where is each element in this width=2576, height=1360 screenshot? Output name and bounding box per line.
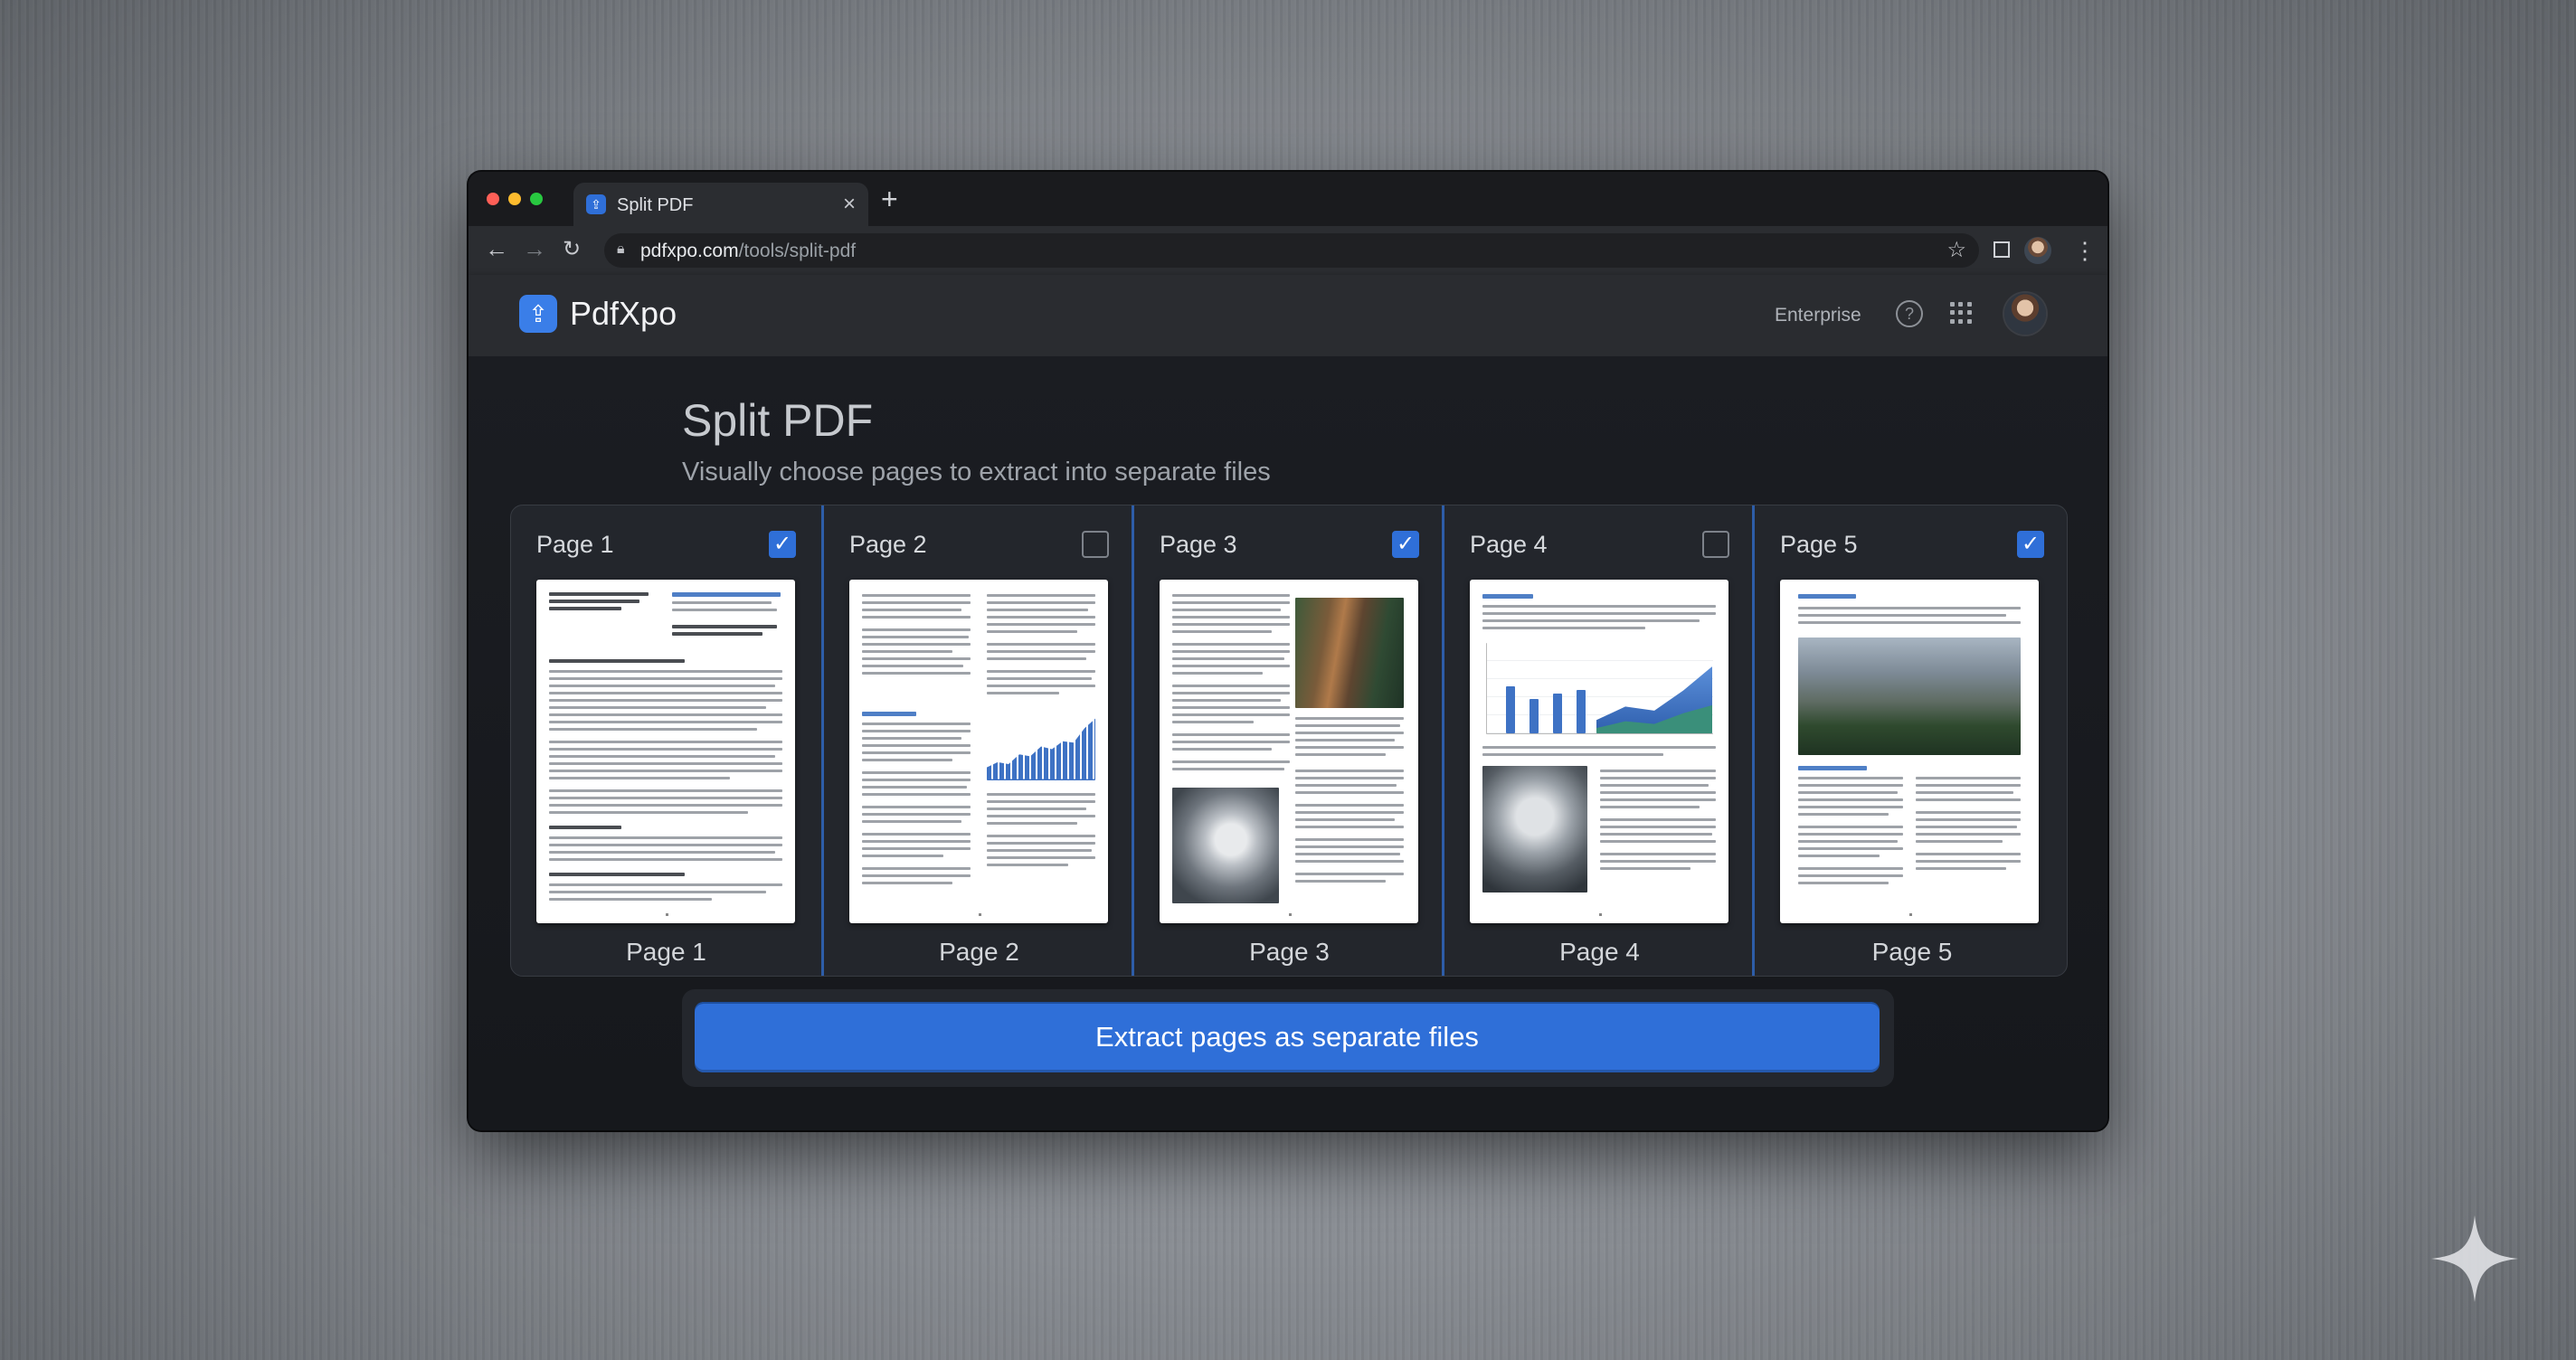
help-icon[interactable]: ? [1896, 300, 1923, 327]
page-card-label: Page 4 [1470, 531, 1548, 558]
checkmark-icon: ✓ [772, 532, 792, 556]
close-icon[interactable]: × [843, 192, 856, 217]
minimize-window-button[interactable] [508, 193, 521, 205]
extract-button[interactable]: Extract pages as separate files [695, 1002, 1880, 1072]
page-thumbnail[interactable] [849, 580, 1108, 923]
more-menu-icon[interactable]: ⋮ [2073, 237, 2097, 265]
page-card-3[interactable]: Page 3 ✓ Page 3 [1132, 505, 1444, 976]
main-content: Split PDF Visually choose pages to extra… [469, 356, 2107, 1130]
enterprise-link[interactable]: Enterprise [1775, 305, 1861, 326]
arrow-left-icon[interactable]: ← [485, 235, 508, 263]
avatar[interactable] [2004, 293, 2046, 335]
side-panel-icon[interactable] [1994, 241, 2010, 258]
close-window-button[interactable] [487, 193, 499, 205]
url-path: /tools/split-pdf [738, 241, 857, 261]
page-title: Split PDF [682, 395, 874, 446]
address-bar-row: ← → ↻ 🔒︎ pdfxpo.com/tools/split-pdf ☆ ⋮ [469, 226, 2107, 276]
page-card-label: Page 2 [849, 531, 927, 558]
page-checkbox[interactable] [1702, 531, 1729, 558]
pdfxpo-logo-icon: ⇪ [586, 194, 606, 214]
browser-tab[interactable]: ⇪ Split PDF × [573, 183, 868, 226]
extract-bar: Extract pages as separate files [682, 989, 1894, 1087]
lock-icon: 🔒︎ [617, 241, 625, 257]
page-card-2[interactable]: Page 2 Page 2 [821, 505, 1134, 976]
checkmark-icon: ✓ [1396, 532, 1416, 556]
page-card-4[interactable]: Page 4 Page 4 [1442, 505, 1755, 976]
page-card-caption: Page 2 [939, 938, 1019, 966]
page-card-caption: Page 4 [1559, 938, 1640, 966]
page-card-label: Page 3 [1160, 531, 1237, 558]
star-icon[interactable]: ☆ [1946, 237, 1966, 263]
url-host: pdfxpo.com [640, 241, 739, 261]
url-field[interactable]: 🔒︎ pdfxpo.com/tools/split-pdf ☆ [604, 233, 1979, 268]
page-card-5[interactable]: Page 5 ✓ Page 5 [1752, 505, 2067, 976]
page-thumbnail[interactable] [1780, 580, 2039, 923]
reload-icon[interactable]: ↻ [563, 236, 581, 262]
page-checkbox[interactable]: ✓ [1392, 531, 1419, 558]
tab-bar: ⇪ Split PDF × + [469, 172, 2107, 226]
page-card-caption: Page 3 [1249, 938, 1330, 966]
brand-name[interactable]: PdfXpo [570, 295, 677, 333]
app-header: ⇪ PdfXpo Enterprise ? [469, 275, 2107, 356]
page-checkbox[interactable]: ✓ [2017, 531, 2044, 558]
page-checkbox[interactable] [1082, 531, 1109, 558]
arrow-right-icon[interactable]: → [523, 235, 546, 263]
page-thumbnail[interactable] [1470, 580, 1728, 923]
page-card-caption: Page 1 [626, 938, 706, 966]
page-card-label: Page 1 [536, 531, 614, 558]
browser-profile-avatar[interactable] [2024, 237, 2051, 264]
pdfxpo-logo-icon[interactable]: ⇪ [519, 295, 557, 333]
page-subtitle: Visually choose pages to extract into se… [682, 458, 1271, 486]
apps-grid-icon[interactable] [1950, 302, 1972, 324]
page-card-caption: Page 5 [1871, 938, 1953, 966]
checkmark-icon: ✓ [2021, 532, 2041, 556]
url-text: pdfxpo.com/tools/split-pdf [640, 241, 856, 262]
sparkle-icon [2431, 1215, 2518, 1302]
pages-panel: Page 1 ✓ Page 1 Page 2 Page 2 Page 3 ✓ P… [510, 505, 2068, 977]
browser-window: ⇪ Split PDF × + ← → ↻ 🔒︎ pdfxpo.com/tool… [469, 172, 2107, 1130]
tab-title: Split PDF [617, 195, 694, 215]
page-card-1[interactable]: Page 1 ✓ Page 1 [511, 505, 821, 976]
page-thumbnail[interactable] [1160, 580, 1418, 923]
plus-icon[interactable]: + [881, 183, 898, 216]
page-card-label: Page 5 [1780, 531, 1858, 558]
maximize-window-button[interactable] [530, 193, 543, 205]
page-thumbnail[interactable] [536, 580, 795, 923]
page-checkbox[interactable]: ✓ [769, 531, 796, 558]
